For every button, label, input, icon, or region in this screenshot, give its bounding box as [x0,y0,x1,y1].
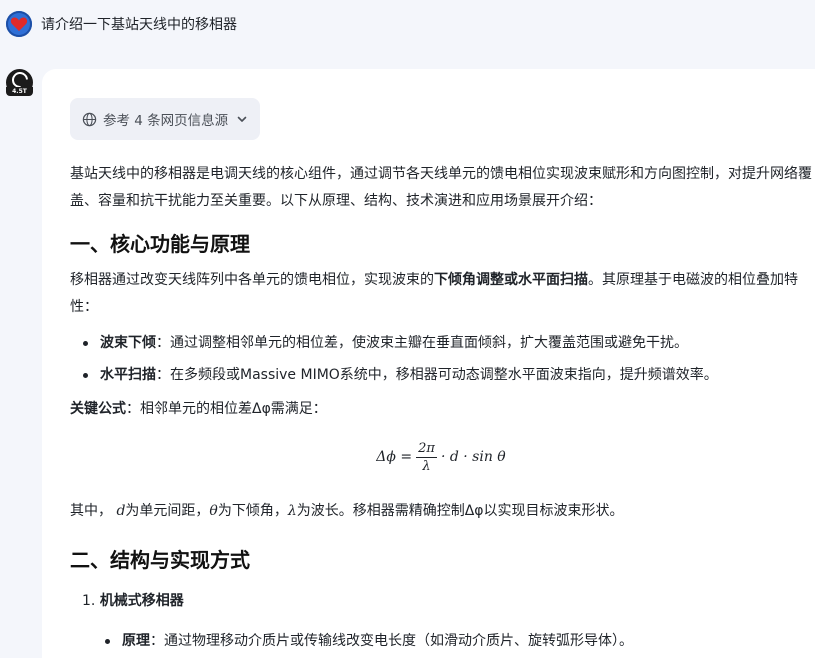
user-question-text: 请介绍一下基站天线中的移相器 [41,17,237,33]
model-badge: 4.5T [6,87,33,96]
section-heading-2: 二、结构与实现方式 [70,548,250,572]
sources-label: 参考 4 条网页信息源 [103,113,229,129]
formula-lhs: Δϕ = [376,449,413,465]
where-prefix: 其中， [70,503,112,519]
phase-formula: Δϕ = 2π λ · d · sin θ [70,435,812,479]
principle-bold-tilt: 下倾角调整 [434,272,504,288]
user-avatar[interactable] [6,11,32,37]
section-heading-1: 一、核心功能与原理 [70,232,250,256]
bullet-text: ：通过调整相邻单元的相位差，使波束主瓣在垂直面倾斜，扩大覆盖范围或避免干扰。 [156,335,688,351]
mechanical-list: 原理：通过物理移动介质片或传输线改变电长度（如滑动介质片、旋转弧形导体）。 [70,631,812,651]
list-item: 水平扫描：在多频段或Massive MIMO系统中，移相器可动态调整水平面波束指… [70,365,812,385]
chevron-down-icon [237,116,247,122]
where-d: 为单元间距， [125,503,210,519]
list-item: 原理：通过物理移动介质片或传输线改变电长度（如滑动介质片、旋转弧形导体）。 [92,631,812,651]
answer-card: 参考 4 条网页信息源 基站天线中的移相器是电调天线的核心组件，通过调节各天线单… [42,69,815,658]
bullet-term: 波束下倾 [100,335,156,351]
globe-icon [82,112,97,126]
bullet-text: ：在多频段或Massive MIMO系统中，移相器可动态调整水平面波束指向，提升… [156,367,718,383]
list-number: 1. [82,593,96,609]
bullet-text: ：通过物理移动介质片或传输线改变电长度（如滑动介质片、旋转弧形导体）。 [150,633,633,649]
user-message: 请介绍一下基站天线中的移相器 [6,10,237,38]
principle-paragraph: 移相器通过改变天线阵列中各单元的馈电相位，实现波束的下倾角调整或水平面扫描。其原… [70,267,812,321]
principle-list: 波束下倾：通过调整相邻单元的相位差，使波束主瓣在垂直面倾斜，扩大覆盖范围或避免干… [70,333,812,385]
formula-fraction: 2π λ [416,440,437,475]
where-theta: 为下倾角， [217,503,288,519]
formula-denominator: λ [422,458,431,474]
list-item: 波束下倾：通过调整相邻单元的相位差，使波束主瓣在垂直面倾斜，扩大覆盖范围或避免干… [70,333,812,353]
where-paragraph: 其中， d为单元间距，θ为下倾角，λ为波长。移相器需精确控制Δφ以实现目标波束形… [70,498,812,525]
bullet-term: 水平扫描 [100,367,156,383]
var-theta: θ [209,503,218,519]
answer-content: 基站天线中的移相器是电调天线的核心组件，通过调节各天线单元的馈电相位实现波束赋形… [70,161,812,651]
sources-toggle-button[interactable]: 参考 4 条网页信息源 [70,98,260,140]
principle-text-a: 移相器通过改变天线阵列中各单元的馈电相位，实现波束的 [70,272,434,288]
key-formula-term: 关键公式 [70,401,126,417]
formula-numerator: 2π [416,440,437,458]
list-title: 机械式移相器 [99,593,184,609]
var-lambda: λ [287,503,297,519]
key-formula-text: ：相邻单元的相位差Δφ需满足： [126,401,327,417]
intro-paragraph: 基站天线中的移相器是电调天线的核心组件，通过调节各天线单元的馈电相位实现波束赋形… [70,166,812,209]
bullet-term: 原理 [122,633,150,649]
heart-icon [10,17,28,31]
formula-rhs: · d · sin θ [440,449,506,465]
principle-bold-scan: 水平面扫描 [518,272,588,288]
principle-bold-or: 或 [504,272,518,288]
ordered-list-item: 1. 机械式移相器 [70,591,812,611]
key-formula-paragraph: 关键公式：相邻单元的相位差Δφ需满足： [70,396,812,423]
chat-page: 请介绍一下基站天线中的移相器 4.5T 参考 4 条网页信息源 基站天线中的移相… [0,0,815,658]
where-lambda: 为波长。移相器需精确控制Δφ以实现目标波束形状。 [296,503,624,519]
